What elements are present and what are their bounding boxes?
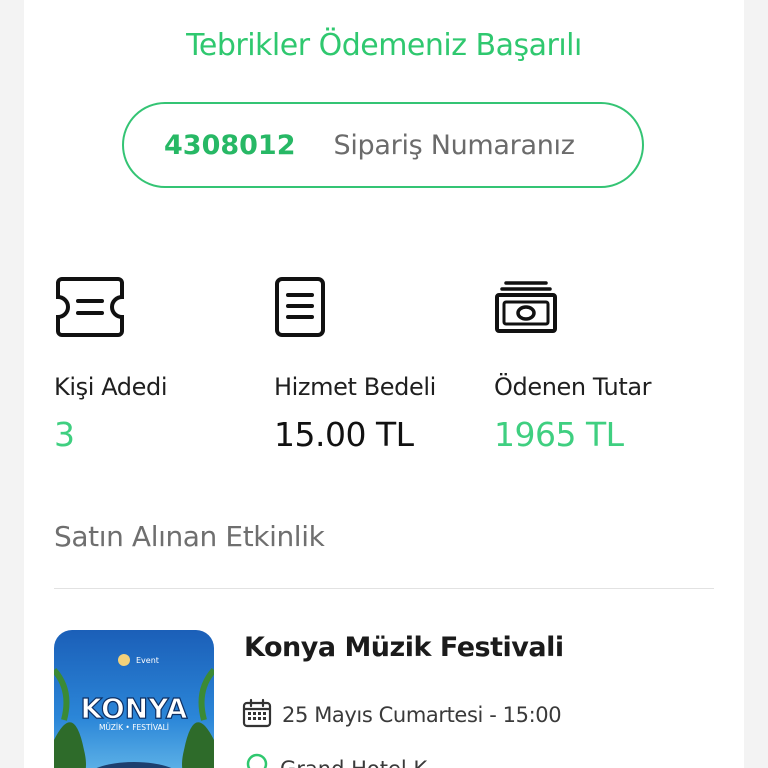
section-title: Satın Alınan Etkinlik: [54, 520, 325, 553]
event-poster[interactable]: Event KONYA MÜZİK • FESTİVALİ: [54, 630, 214, 768]
stat-label: Kişi Adedi: [54, 373, 168, 401]
stat-paid-amount: Ödenen Tutar 1965 TL: [494, 275, 714, 454]
payment-success-card: Tebrikler Ödemeniz Başarılı 4308012 Sipa…: [24, 0, 744, 768]
event-name[interactable]: Konya Müzik Festivali: [244, 632, 564, 663]
order-number: 4308012: [164, 129, 296, 161]
stat-person-count: Kişi Adedi 3: [54, 275, 274, 454]
event-date-row: 25 Mayıs Cumartesi - 15:00: [242, 698, 562, 732]
stat-label: Ödenen Tutar: [494, 373, 652, 401]
poster-subtitle: MÜZİK • FESTİVALİ: [99, 723, 169, 732]
poster-brand: Event: [136, 656, 159, 665]
location-pin-icon: [244, 752, 270, 768]
stat-service-fee: Hizmet Bedeli 15.00 TL: [274, 275, 494, 454]
success-title: Tebrikler Ödemeniz Başarılı: [186, 28, 582, 63]
poster-title: KONYA: [81, 692, 188, 725]
document-icon: [274, 275, 494, 341]
event-location: Grand Hotel K...: [280, 757, 447, 768]
event-location-row: Grand Hotel K...: [244, 752, 447, 768]
event-date: 25 Mayıs Cumartesi - 15:00: [282, 703, 562, 727]
stat-label: Hizmet Bedeli: [274, 373, 436, 401]
order-number-label: Sipariş Numaranız: [333, 129, 575, 161]
money-icon: [494, 275, 714, 341]
divider: [54, 588, 714, 589]
stat-value: 3: [54, 415, 75, 454]
stat-value: 1965 TL: [494, 415, 624, 454]
stat-value: 15.00 TL: [274, 415, 414, 454]
calendar-icon: [242, 698, 272, 732]
order-number-badge: 4308012 Sipariş Numaranız: [122, 102, 644, 188]
ticket-icon: [54, 275, 274, 341]
